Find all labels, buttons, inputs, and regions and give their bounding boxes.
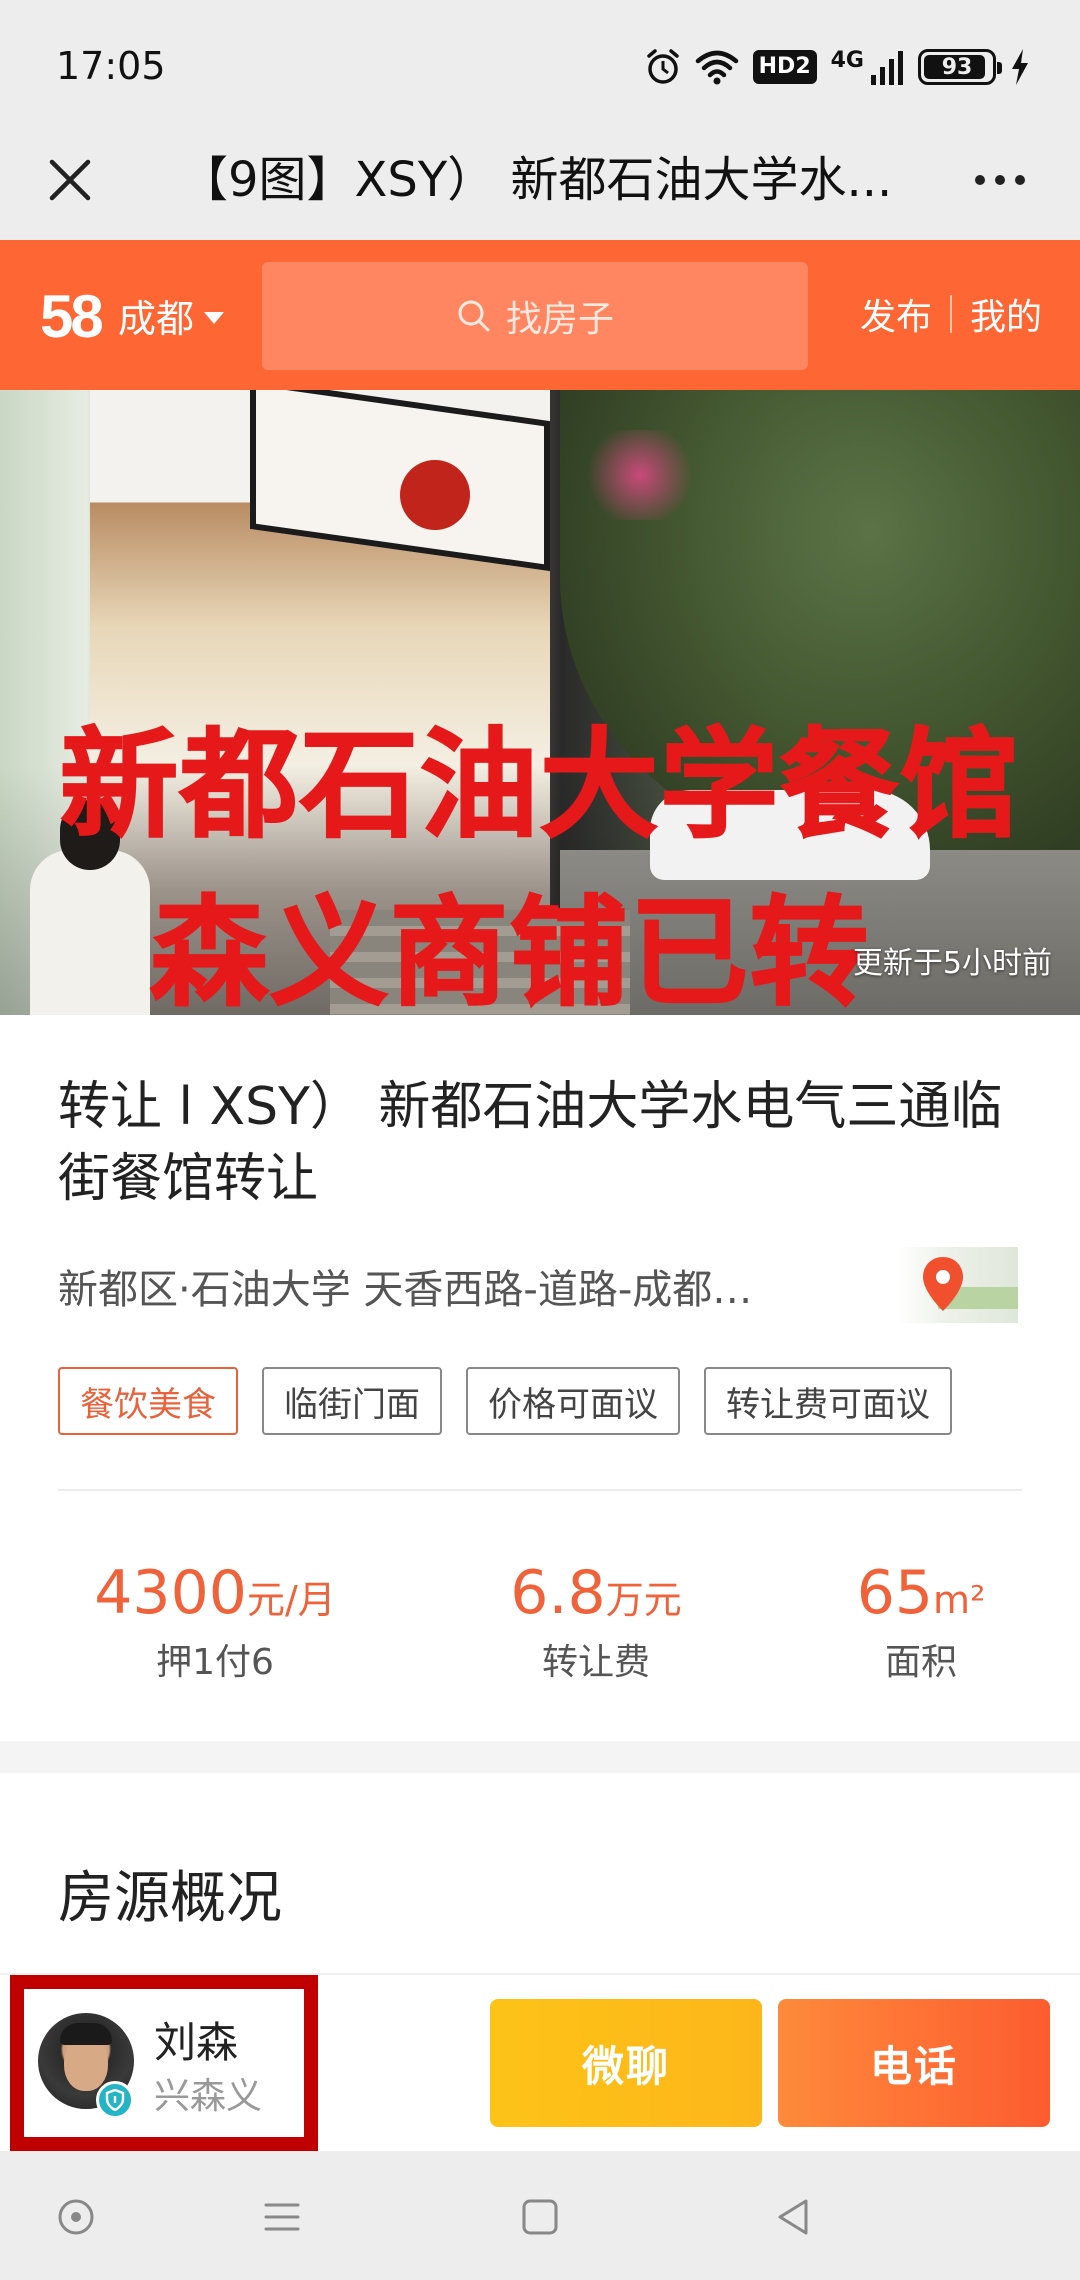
signal-icon xyxy=(871,51,903,85)
tag: 餐饮美食 xyxy=(58,1367,238,1435)
stat-value: 6.8万元 xyxy=(416,1555,776,1638)
tag: 价格可面议 xyxy=(466,1367,680,1435)
close-icon xyxy=(49,159,91,201)
stat-area: 65m² 面积 xyxy=(741,1555,1080,1686)
assistant-icon xyxy=(58,2199,94,2235)
more-icon-dot xyxy=(1015,175,1025,185)
status-bar: 17:05 HD2 4G 93 xyxy=(0,0,1080,120)
site-header: 58 成都 找房子 发布 我的 xyxy=(0,240,1080,390)
wifi-icon xyxy=(695,50,738,85)
photo-overlay-text: 新都石油大学餐馆 xyxy=(59,715,1020,855)
home-icon xyxy=(522,2199,558,2235)
photo-flowers xyxy=(580,430,700,520)
contact-bar: 刘森 兴森义 微聊 电话 xyxy=(0,1973,1080,2151)
close-button[interactable] xyxy=(36,146,104,214)
search-icon xyxy=(458,300,490,332)
header-links: 发布 我的 xyxy=(860,288,1042,340)
hd-icon: HD2 xyxy=(752,50,817,84)
agent-card[interactable]: 刘森 兴森义 xyxy=(10,1975,318,2151)
more-button[interactable] xyxy=(960,150,1040,210)
stat-transfer-fee: 6.8万元 转让费 xyxy=(416,1555,776,1686)
area-label: 面积 xyxy=(884,1642,957,1683)
rent-value: 4300 xyxy=(94,1558,247,1628)
chat-button[interactable]: 微聊 xyxy=(490,1999,762,2127)
network-type-label: 4G xyxy=(830,47,864,73)
photo-sign-emblem xyxy=(400,460,470,530)
stat-value: 65m² xyxy=(741,1555,1080,1638)
section-gap xyxy=(0,1741,1080,1773)
system-nav-bar xyxy=(0,2151,1080,2280)
stat-value: 4300元/月 xyxy=(35,1555,395,1638)
section-title: 房源概况 xyxy=(58,1866,282,1931)
agent-name: 刘森 xyxy=(154,2018,239,2067)
back-button[interactable] xyxy=(762,2185,826,2249)
home-button[interactable] xyxy=(508,2185,572,2249)
address-row[interactable]: 新都区·石油大学 天香西路-道路-成都… xyxy=(58,1247,1018,1323)
listing-address: 新都区·石油大学 天香西路-道路-成都… xyxy=(58,1267,753,1313)
listing-title: 转让 l XSY） 新都石油大学水电气三通临街餐馆转让 xyxy=(58,1077,1003,1209)
publish-link[interactable]: 发布 xyxy=(860,288,932,340)
city-label: 成都 xyxy=(118,297,195,341)
listing-info: 转让 l XSY） 新都石油大学水电气三通临街餐馆转让 新都区·石油大学 天香西… xyxy=(0,1015,1080,1741)
search-input[interactable]: 找房子 xyxy=(262,262,808,370)
back-icon xyxy=(778,2199,808,2235)
alarm-icon xyxy=(646,49,679,84)
rent-label: 押1付6 xyxy=(156,1642,274,1683)
map-thumbnail[interactable] xyxy=(898,1247,1018,1323)
site-logo[interactable]: 58 xyxy=(40,282,104,351)
avatar-hair xyxy=(60,2023,112,2045)
overview-section: 房源概况 xyxy=(0,1773,1080,1973)
app-root: 17:05 HD2 4G 93 【9图】XSY） 新都石油大学水... 58 成… xyxy=(0,0,1080,2280)
battery-icon: 93 xyxy=(918,49,1002,85)
listing-photo[interactable]: 新都石油大学餐馆 森义商铺已转 更新于5小时前 xyxy=(0,390,1080,1015)
update-time: 更新于5小时前 xyxy=(852,946,1052,981)
header-divider xyxy=(949,295,952,333)
tag: 临街门面 xyxy=(262,1367,442,1435)
verified-shield-icon xyxy=(96,2081,134,2119)
rent-unit: 元/月 xyxy=(246,1578,336,1622)
tag: 转让费可面议 xyxy=(704,1367,952,1435)
transfer-fee-unit: 万元 xyxy=(605,1578,682,1622)
my-account-link[interactable]: 我的 xyxy=(970,288,1042,340)
stat-rent: 4300元/月 押1付6 xyxy=(35,1555,395,1686)
menu-button[interactable] xyxy=(250,2185,314,2249)
page-title: 【9图】XSY） 新都石油大学水... xyxy=(180,152,893,208)
title-bar: 【9图】XSY） 新都石油大学水... xyxy=(0,120,1080,240)
search-placeholder: 找房子 xyxy=(505,299,614,340)
transfer-fee-value: 6.8 xyxy=(510,1558,606,1628)
shield-icon xyxy=(105,2089,125,2111)
battery-level: 93 xyxy=(941,54,973,80)
assistant-button[interactable] xyxy=(44,2185,108,2249)
status-time: 17:05 xyxy=(56,44,166,88)
agent-company: 兴森义 xyxy=(154,2076,263,2117)
menu-icon xyxy=(264,2203,300,2231)
tag-list: 餐饮美食 临街门面 价格可面议 转让费可面议 xyxy=(58,1367,952,1435)
more-icon-dot xyxy=(975,175,985,185)
transfer-fee-label: 转让费 xyxy=(541,1642,650,1683)
chevron-down-icon xyxy=(204,311,225,324)
area-value: 65 xyxy=(856,1558,934,1628)
listing-stats: 4300元/月 押1付6 6.8万元 转让费 65m² 面积 xyxy=(0,1555,1080,1705)
more-icon-dot xyxy=(995,175,1005,185)
location-pin-icon xyxy=(923,1257,963,1311)
divider xyxy=(58,1489,1022,1491)
city-selector[interactable]: 成都 xyxy=(118,288,225,343)
area-unit: m² xyxy=(933,1578,986,1622)
call-button[interactable]: 电话 xyxy=(778,1999,1050,2127)
charging-icon xyxy=(1012,49,1028,85)
status-icons: HD2 4G 93 xyxy=(645,44,1030,90)
